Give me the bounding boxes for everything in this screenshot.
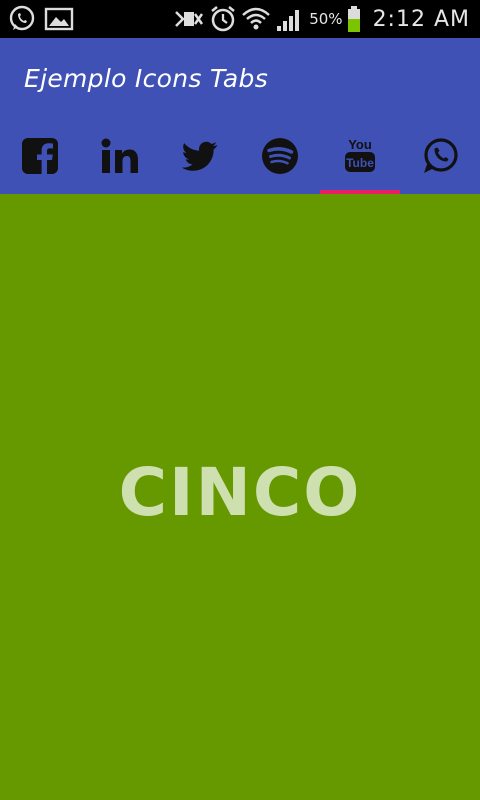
content-label: CINCO <box>118 453 362 531</box>
svg-text:Tube: Tube <box>346 156 374 170</box>
facebook-icon <box>21 137 59 175</box>
tab-facebook[interactable] <box>0 118 80 194</box>
app-bar: Ejemplo Icons Tabs You Tube <box>0 38 480 194</box>
app-title: Ejemplo Icons Tabs <box>24 64 269 93</box>
wifi-icon <box>241 5 271 33</box>
mute-icon <box>173 6 205 32</box>
twitter-icon <box>182 141 218 171</box>
alarm-icon <box>209 5 237 33</box>
svg-text:You: You <box>348 137 372 152</box>
tab-twitter[interactable] <box>160 118 240 194</box>
status-bar: 50% 2:12 AM <box>0 0 480 38</box>
tab-spotify[interactable] <box>240 118 320 194</box>
tab-youtube[interactable]: You Tube <box>320 118 400 194</box>
battery-percent: 50% <box>309 10 343 28</box>
clock: 2:12 AM <box>372 6 470 32</box>
spotify-icon <box>261 137 299 175</box>
linkedin-icon <box>101 138 139 174</box>
whatsapp-icon <box>421 137 459 175</box>
tab-linkedin[interactable] <box>80 118 160 194</box>
signal-icon <box>275 6 303 32</box>
tab-bar: You Tube <box>0 118 480 194</box>
gallery-icon <box>44 6 74 32</box>
youtube-icon: You Tube <box>342 136 378 176</box>
battery-icon <box>347 5 361 33</box>
tab-content: CINCO <box>0 194 480 800</box>
whatsapp-notification-icon <box>8 5 36 33</box>
tab-whatsapp[interactable] <box>400 118 480 194</box>
